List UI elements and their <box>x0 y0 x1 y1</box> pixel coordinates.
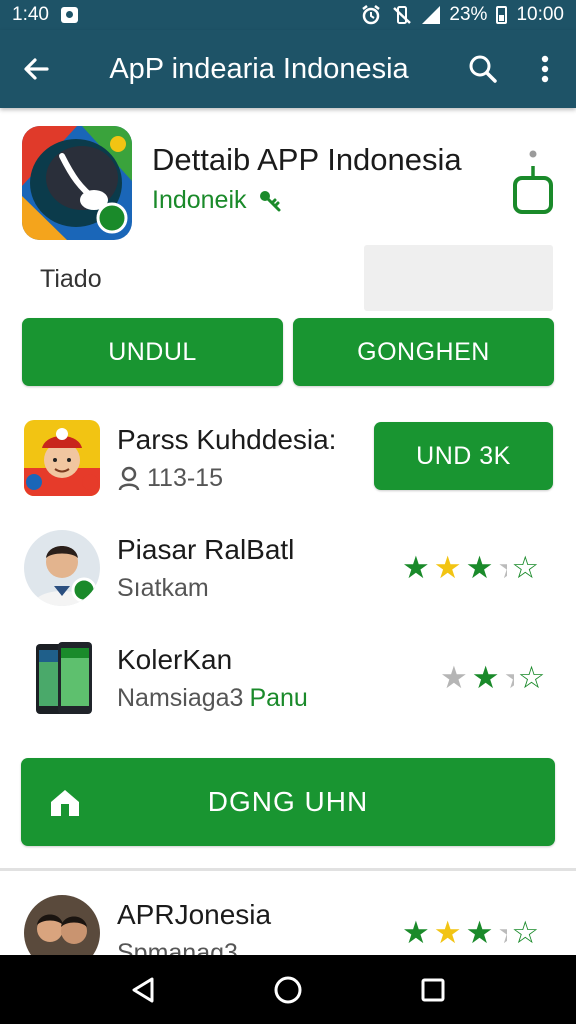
app-bar-title: ApP indearia Indonesia <box>109 52 409 85</box>
star-filled-icon: ★ <box>433 550 462 585</box>
star-filled-icon: ★ <box>402 550 430 585</box>
star-outline-icon: ☆ <box>511 915 540 950</box>
signal-icon <box>422 6 441 24</box>
app-logo <box>22 126 132 240</box>
star-filled-icon: ★ <box>402 915 430 950</box>
status-time: 1:40 <box>12 4 49 25</box>
app-name: Dettaib APP Indonesia <box>152 142 462 177</box>
star-filled-icon: ★ <box>433 915 462 950</box>
nav-recents-button[interactable] <box>403 960 463 1020</box>
battery-icon <box>496 6 508 24</box>
item-subtitle: 113-15 <box>147 464 223 492</box>
rating-stars: ★ ★ ★ ★ ☆ <box>402 552 539 583</box>
star-empty-icon: ★ <box>440 660 468 695</box>
status-bar: 1:40 23% 10:00 <box>0 0 576 30</box>
user-count-icon <box>118 466 140 490</box>
phones-thumbnail <box>24 640 100 716</box>
info-label: Tiado <box>40 265 102 293</box>
rating-stars: ★ ★ ★ ☆ <box>440 662 545 693</box>
item-subtitle-accent: Panu <box>249 684 308 712</box>
star-half-icon: ★ <box>497 917 507 948</box>
more-options-button[interactable] <box>514 30 576 108</box>
star-filled-icon: ★ <box>471 660 500 695</box>
star-half-icon: ★ <box>497 552 507 583</box>
back-arrow-icon <box>24 58 49 80</box>
action-buttons: UNDUL GONGHEN <box>22 318 554 386</box>
star-filled-icon: ★ <box>465 550 494 585</box>
item-subtitle-row: Sıatkam <box>117 574 209 603</box>
avatar <box>24 530 100 606</box>
back-button[interactable] <box>0 30 72 108</box>
nav-back-button[interactable] <box>113 960 173 1020</box>
alarm-icon <box>362 5 381 25</box>
developer-row[interactable]: Indoneik <box>152 186 283 215</box>
battery-percent: 23% <box>449 4 488 25</box>
item-subtitle-row: 113-15 <box>117 464 223 493</box>
item-subtitle-row: Namsiaga3 Panu <box>117 684 308 713</box>
star-half-icon: ★ <box>504 662 514 693</box>
nav-home-button[interactable] <box>258 960 318 1020</box>
item-title: KolerKan <box>117 644 233 675</box>
home-icon <box>51 790 79 816</box>
secondary-action-button[interactable]: GONGHEN <box>293 318 554 386</box>
home-button[interactable]: DGNG UHN <box>21 758 555 846</box>
section-divider <box>0 868 576 871</box>
item-title: Parss Kuhddesia: <box>117 424 337 455</box>
nav-home-icon <box>274 976 302 1003</box>
vibrate-off-icon <box>393 6 412 24</box>
star-outline-icon: ☆ <box>511 550 540 585</box>
status-clock-right: 10:00 <box>516 4 564 25</box>
list-item[interactable]: Piasar RalBatl Sıatkam ★ ★ ★ ★ ☆ <box>0 530 576 630</box>
info-row: Tiado <box>0 245 576 311</box>
app-header: Dettaib APP Indonesia Indoneik <box>0 108 576 243</box>
item-title: APRJonesia <box>117 899 272 930</box>
rating-stars: ★ ★ ★ ★ ☆ <box>402 917 539 948</box>
app-thumbnail <box>24 420 100 496</box>
developer-name[interactable]: Indoneik <box>152 186 247 215</box>
star-outline-icon: ☆ <box>517 660 546 695</box>
search-button[interactable] <box>452 30 514 108</box>
star-filled-icon: ★ <box>465 915 494 950</box>
search-icon <box>469 55 497 83</box>
nav-back-icon <box>132 977 154 1002</box>
home-button-label: DGNG UHN <box>207 786 369 817</box>
primary-action-button[interactable]: UNDUL <box>22 318 283 386</box>
list-item[interactable]: Parss Kuhddesia: 113-15 UND 3K <box>0 420 576 520</box>
notification-icon <box>60 7 78 23</box>
info-placeholder-box <box>364 245 553 311</box>
item-subtitle: Namsiaga3 <box>117 684 244 712</box>
list-item[interactable]: KolerKan Namsiaga3 Panu ★ ★ ★ ☆ <box>0 640 576 740</box>
item-subtitle: Sıatkam <box>117 574 209 602</box>
nav-recents-icon <box>421 978 445 1001</box>
verified-key-icon <box>259 190 281 211</box>
more-vert-icon <box>541 55 549 83</box>
app-bar: ApP indearia Indonesia <box>0 30 576 108</box>
install-status-icon[interactable] <box>512 148 554 218</box>
item-title: Piasar RalBatl <box>117 534 295 565</box>
system-nav-bar <box>0 955 576 1024</box>
item-install-button[interactable]: UND 3K <box>374 422 553 490</box>
